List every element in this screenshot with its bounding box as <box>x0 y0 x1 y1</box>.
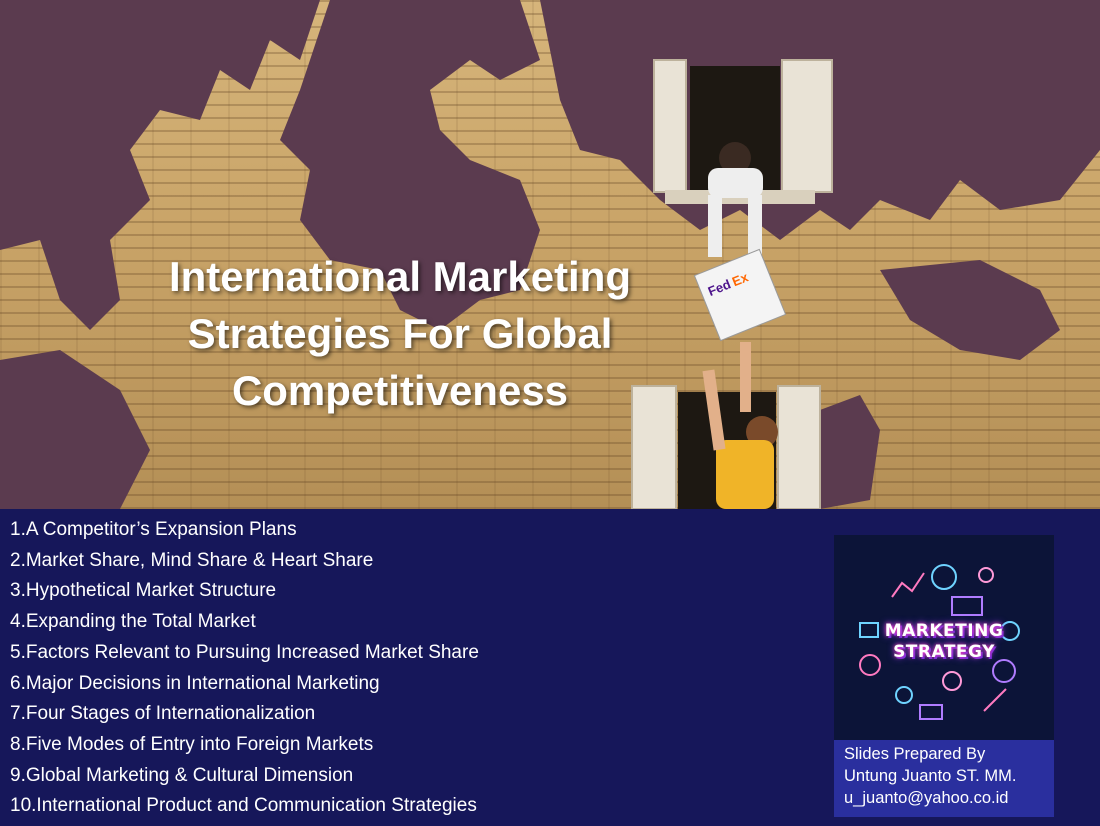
magnifier-icon <box>895 686 913 704</box>
credits: Slides Prepared By Untung Juanto ST. MM.… <box>844 743 1050 809</box>
topic-item: 2.Market Share, Mind Share & Heart Share <box>10 549 374 571</box>
author-card: MARKETING STRATEGY Slides Prepared By Un… <box>834 535 1054 817</box>
topic-item: 1.A Competitor’s Expansion Plans <box>10 519 297 540</box>
topic-item: 7.Four Stages of Internationalization <box>10 703 316 725</box>
hero-photo: Fed Ex International Marketing Strategie… <box>0 0 1100 509</box>
map-landmass-left-bottom <box>0 350 150 509</box>
topic-item: 4.Expanding the Total Market <box>10 611 256 633</box>
courier-box-icon: Fed Ex <box>693 248 787 342</box>
bulb-icon <box>942 671 962 691</box>
topic-item: 3.Hypothetical Market Structure <box>10 580 277 602</box>
chart-board-icon <box>951 596 983 616</box>
credits-line-2: Untung Juanto ST. MM. <box>844 767 1017 785</box>
growth-arrow-icon <box>891 572 925 598</box>
credits-email: u_juanto@yahoo.co.id <box>844 789 1009 807</box>
badge-line-1: MARKETING <box>884 621 1004 641</box>
topic-item: 5.Factors Relevant to Pursuing Increased… <box>10 641 479 663</box>
topic-item: 9.Global Marketing & Cultural Dimension <box>10 764 354 786</box>
gear-icon <box>931 564 957 590</box>
badge-line-2: STRATEGY <box>893 642 995 662</box>
pen-icon <box>983 688 1007 712</box>
slide-title: International Marketing Strategies For G… <box>168 253 632 414</box>
target-icon <box>992 659 1016 683</box>
topic-item: 10.International Product and Communicati… <box>10 795 477 817</box>
slide: Fed Ex International Marketing Strategie… <box>0 0 1100 826</box>
credits-line-1: Slides Prepared By <box>844 745 986 763</box>
topic-item: 6.Major Decisions in International Marke… <box>10 672 380 694</box>
user-icon <box>978 567 994 583</box>
map-landmass-oceania <box>880 260 1060 360</box>
marketing-strategy-badge-icon: MARKETING STRATEGY <box>834 535 1054 740</box>
topic-list: 1.A Competitor’s Expansion Plans 2.Marke… <box>10 515 479 822</box>
chat-icon <box>919 704 943 720</box>
content-panel: 1.A Competitor’s Expansion Plans 2.Marke… <box>0 509 1100 826</box>
badge-title: MARKETING STRATEGY <box>834 621 1054 663</box>
topic-item: 8.Five Modes of Entry into Foreign Marke… <box>10 733 374 755</box>
